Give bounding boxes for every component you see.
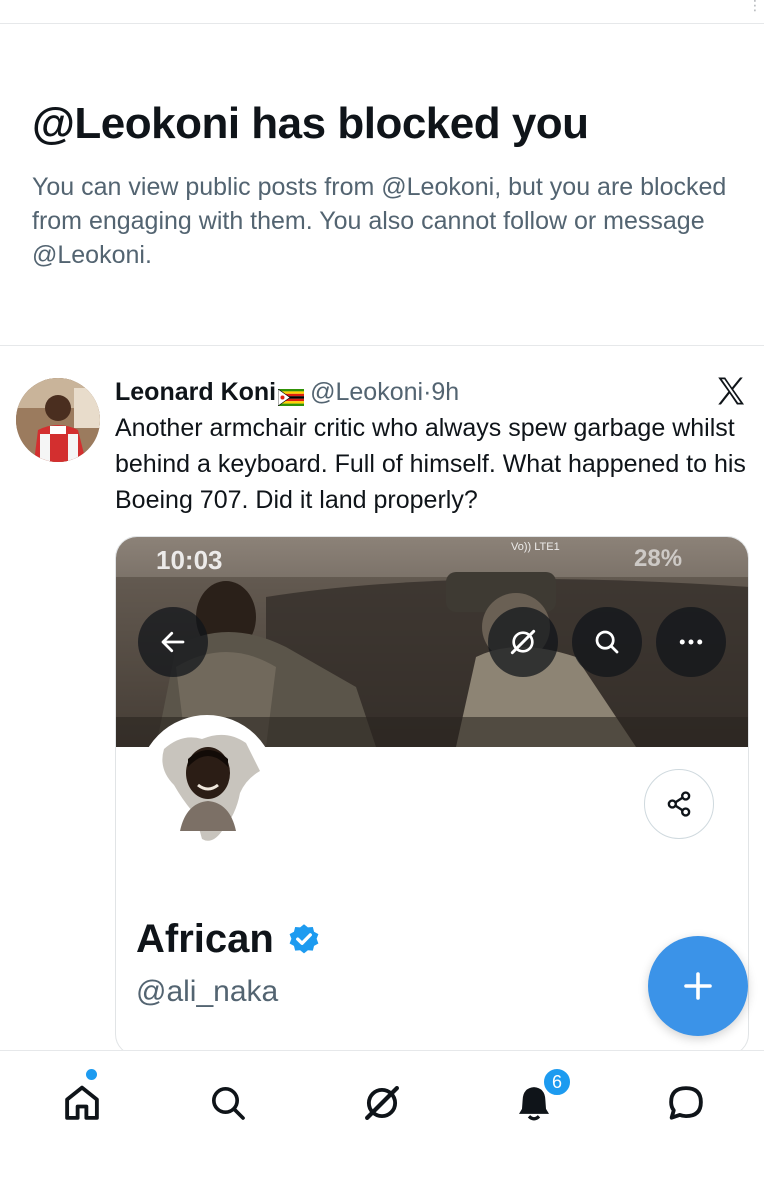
back-icon [161, 631, 185, 653]
meta-separator: · [423, 377, 432, 406]
share-button[interactable] [644, 769, 714, 839]
x-logo-icon [714, 374, 748, 408]
top-strip: ⋮ [0, 0, 764, 24]
search-button[interactable] [572, 607, 642, 677]
blocked-title: @Leokoni has blocked you [32, 99, 589, 148]
blocked-message: You can view public posts from @Leokoni,… [32, 173, 727, 269]
post-header: Leonard Koni @Leokoni · 9h [115, 374, 459, 410]
nav-messages[interactable] [656, 1073, 716, 1133]
post-time[interactable]: 9h [431, 378, 459, 407]
status-network: Vo)) LTE1 [511, 541, 560, 553]
plus-icon [684, 972, 712, 1000]
zimbabwe-flag-icon [277, 384, 305, 407]
nav-search[interactable] [198, 1073, 258, 1133]
grok-icon [510, 629, 536, 655]
more-indicator: ⋮ [748, 0, 762, 13]
notification-count-badge: 6 [542, 1067, 572, 1097]
share-icon [667, 791, 691, 817]
author-avatar[interactable] [16, 378, 100, 462]
divider [0, 345, 764, 346]
compose-fab[interactable] [648, 936, 748, 1036]
verified-badge-icon [286, 922, 322, 958]
grok-icon [365, 1086, 399, 1120]
home-unread-dot [86, 1069, 97, 1080]
nav-home[interactable] [52, 1073, 112, 1133]
author-name[interactable]: Leonard Koni [115, 378, 276, 407]
home-icon [65, 1085, 99, 1120]
messages-icon [669, 1086, 703, 1120]
search-icon [595, 630, 619, 654]
more-icon [679, 639, 703, 645]
bottom-nav: 6 [0, 1050, 764, 1200]
back-button[interactable] [138, 607, 208, 677]
profile-name: African [136, 917, 322, 962]
nav-grok[interactable] [352, 1073, 412, 1133]
more-button[interactable] [656, 607, 726, 677]
search-icon [212, 1087, 245, 1120]
profile-name-text: African [136, 917, 274, 961]
profile-handle: @ali_naka [136, 975, 279, 1008]
status-battery: 28% [634, 545, 683, 572]
post-text: Another armchair critic who always spew … [115, 414, 746, 514]
profile-avatar[interactable] [138, 715, 276, 853]
status-time: 10:03 [156, 545, 223, 575]
author-handle[interactable]: @Leokoni [310, 378, 423, 407]
blocked-notice: @Leokoni has blocked you You can view pu… [32, 96, 732, 272]
grok-button[interactable] [488, 607, 558, 677]
